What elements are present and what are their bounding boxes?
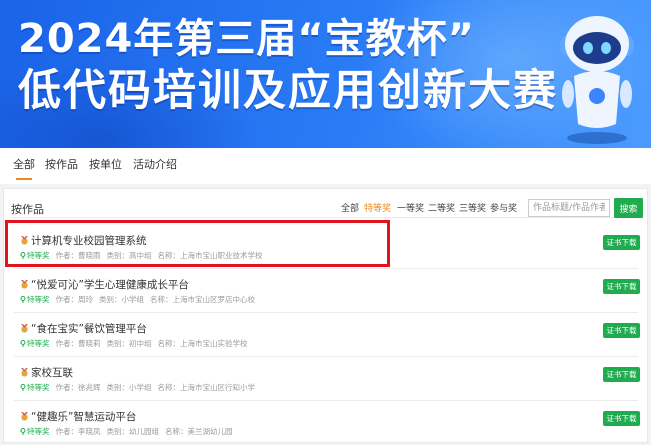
org-label: 名称： [157, 339, 181, 348]
certificate-download-button[interactable]: 证书下载 [603, 411, 640, 426]
work-title: 家校互联 [31, 367, 73, 379]
certificate-download-button[interactable]: 证书下载 [603, 279, 640, 294]
hero-banner: 2024年第三届“宝教杯” 低代码培训及应用创新大赛 [0, 0, 651, 148]
highlight-annotation-box [5, 220, 390, 267]
org-name: 上海市宝山区罗店中心校 [172, 295, 256, 304]
category-value: 初中组 [129, 339, 152, 348]
award-pin-icon [20, 428, 26, 435]
filter-participation-prize[interactable]: 参与奖 [490, 201, 517, 214]
author-name: 徐兆辉 [78, 383, 101, 392]
author-name: 李晓凤 [78, 427, 101, 436]
work-title: “悦爱可沁”学生心理健康成长平台 [31, 279, 189, 291]
list-item: 家校互联 特等奖 作者：徐兆辉 类别：小学组 名称：上海市宝山区行知小学 证书下载 [14, 357, 644, 401]
award-pin-icon [20, 296, 26, 303]
list-item: “食在宝实”餐饮管理平台 特等奖 作者：曹晓莉 类别：初中组 名称：上海市宝山实验学校… [14, 313, 644, 357]
org-label: 名称： [165, 427, 188, 436]
award-medal-icon [21, 368, 28, 377]
category-value: 幼儿园组 [129, 427, 159, 436]
certificate-download-button[interactable]: 证书下载 [603, 235, 640, 250]
robot-mascot-icon [560, 16, 634, 144]
certificate-download-button[interactable]: 证书下载 [603, 367, 640, 382]
award-pin-icon [20, 384, 26, 391]
search-input[interactable] [528, 199, 610, 217]
award-level: 特等奖 [27, 339, 50, 348]
work-title-link[interactable]: “悦爱可沁”学生心理健康成长平台 [20, 277, 189, 292]
category-label: 类别： [106, 339, 130, 348]
category-label: 类别： [106, 383, 130, 392]
author-label: 作者： [55, 427, 79, 436]
category-tab-bar: 全部 按作品 按单位 活动介绍 [0, 148, 651, 184]
section-title: 按作品 [11, 201, 44, 223]
filter-first-prize[interactable]: 一等奖 [397, 201, 424, 214]
work-title-link[interactable]: 家校互联 [20, 365, 73, 380]
org-name: 美兰湖幼儿园 [187, 427, 233, 436]
work-meta: 特等奖 作者：周玲 类别：小学组 名称：上海市宝山区罗店中心校 [20, 294, 255, 305]
work-meta: 特等奖 作者：曹晓莉 类别：初中组 名称：上海市宝山实验学校 [20, 338, 248, 349]
tab-by-work[interactable]: 按作品 [45, 156, 78, 172]
author-label: 作者： [55, 339, 79, 348]
org-name: 上海市宝山实验学校 [180, 339, 248, 348]
award-medal-icon [21, 324, 28, 333]
filter-special-prize[interactable]: 特等奖 [364, 201, 391, 214]
filter-second-prize[interactable]: 二等奖 [428, 201, 455, 214]
search-button[interactable]: 搜索 [614, 198, 643, 218]
work-title: “健趣乐”智慧运动平台 [31, 411, 137, 423]
tab-by-unit[interactable]: 按单位 [89, 156, 122, 172]
category-value: 小学组 [121, 295, 145, 304]
banner-title-line2: 低代码培训及应用创新大赛 [18, 66, 558, 116]
award-medal-icon [21, 412, 28, 421]
filter-third-prize[interactable]: 三等奖 [459, 201, 486, 214]
work-title-link[interactable]: “食在宝实”餐饮管理平台 [20, 321, 147, 336]
award-pin-icon [20, 340, 26, 347]
author-name: 周玲 [78, 295, 93, 304]
category-value: 小学组 [129, 383, 152, 392]
work-meta: 特等奖 作者：徐兆辉 类别：小学组 名称：上海市宝山区行知小学 [20, 382, 255, 393]
org-label: 名称： [157, 383, 181, 392]
org-name: 上海市宝山区行知小学 [180, 383, 255, 392]
award-medal-icon [21, 280, 28, 289]
tab-all[interactable]: 全部 [13, 156, 35, 180]
list-item: “健趣乐”智慧运动平台 特等奖 作者：李晓凤 类别：幼儿园组 名称：美兰湖幼儿园 证书… [14, 401, 644, 445]
work-title-link[interactable]: “健趣乐”智慧运动平台 [20, 409, 136, 424]
tab-event-intro[interactable]: 活动介绍 [133, 156, 177, 172]
award-level: 特等奖 [27, 383, 50, 392]
award-level: 特等奖 [27, 295, 50, 304]
award-level: 特等奖 [27, 427, 50, 436]
header-divider [11, 217, 640, 218]
certificate-download-button[interactable]: 证书下载 [603, 323, 640, 338]
work-title: “食在宝实”餐饮管理平台 [31, 323, 147, 335]
author-label: 作者： [55, 295, 79, 304]
author-name: 曹晓莉 [78, 339, 101, 348]
author-label: 作者： [55, 383, 79, 392]
category-label: 类别： [106, 427, 130, 436]
work-meta: 特等奖 作者：李晓凤 类别：幼儿园组 名称：美兰湖幼儿园 [20, 426, 233, 437]
list-item: “悦爱可沁”学生心理健康成长平台 特等奖 作者：周玲 类别：小学组 名称：上海市宝山区… [14, 269, 644, 313]
filter-all[interactable]: 全部 [341, 201, 359, 214]
category-label: 类别： [99, 295, 122, 304]
org-label: 名称： [150, 295, 173, 304]
